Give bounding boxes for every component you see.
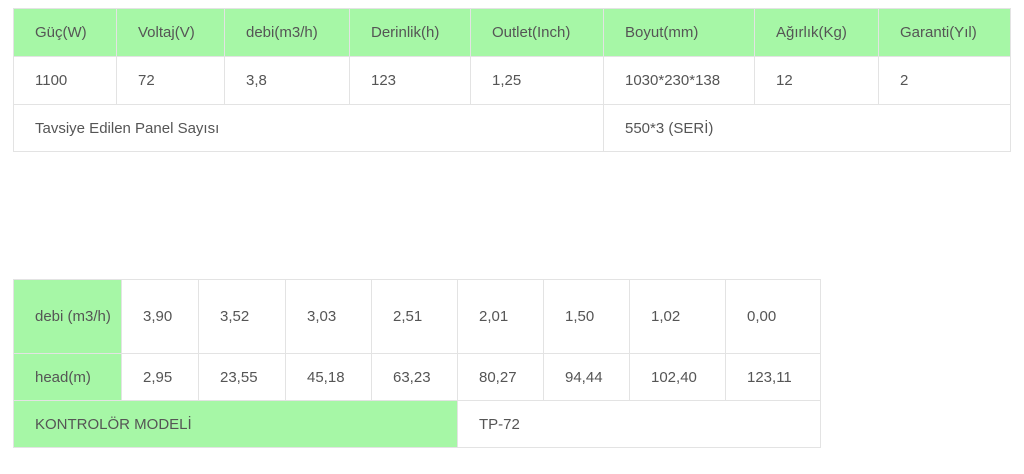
head-value: 23,55 (198, 353, 286, 401)
controller-value: TP-72 (457, 400, 821, 448)
spec-header-size: Boyut(mm) (603, 8, 755, 57)
spec-value-outlet: 1,25 (470, 56, 604, 105)
head-value: 102,40 (629, 353, 726, 401)
debi-value: 1,02 (629, 279, 726, 354)
head-row: head(m) 2,95 23,55 45,18 63,23 80,27 94,… (13, 353, 821, 401)
spec-value-voltage: 72 (116, 56, 225, 105)
head-value: 63,23 (371, 353, 458, 401)
head-value: 94,44 (543, 353, 630, 401)
spec-value-power: 1100 (13, 56, 117, 105)
head-value: 2,95 (121, 353, 199, 401)
spec-value-row: 1100 72 3,8 123 1,25 1030*230*138 12 2 (13, 56, 1011, 105)
spec-header-warranty: Garanti(Yıl) (878, 8, 1011, 57)
debi-value: 0,00 (725, 279, 821, 354)
spec-table: Güç(W) Voltaj(V) debi(m3/h) Derinlik(h) … (13, 8, 1011, 152)
spec-value-size: 1030*230*138 (603, 56, 755, 105)
debi-value: 3,03 (285, 279, 372, 354)
spec-header-depth: Derinlik(h) (349, 8, 471, 57)
head-value: 80,27 (457, 353, 544, 401)
head-label: head(m) (13, 353, 122, 401)
controller-label: KONTROLÖR MODELİ (13, 400, 458, 448)
curve-table: debi (m3/h) 3,90 3,52 3,03 2,51 2,01 1,5… (13, 279, 821, 448)
spec-value-flow: 3,8 (224, 56, 350, 105)
spec-value-warranty: 2 (878, 56, 1011, 105)
controller-row: KONTROLÖR MODELİ TP-72 (13, 400, 821, 448)
debi-value: 1,50 (543, 279, 630, 354)
debi-value: 2,51 (371, 279, 458, 354)
head-value: 45,18 (285, 353, 372, 401)
spec-header-outlet: Outlet(Inch) (470, 8, 604, 57)
spec-header-row: Güç(W) Voltaj(V) debi(m3/h) Derinlik(h) … (13, 8, 1011, 57)
spec-value-depth: 123 (349, 56, 471, 105)
panel-row: Tavsiye Edilen Panel Sayısı 550*3 (SERİ) (13, 104, 1011, 152)
debi-value: 2,01 (457, 279, 544, 354)
debi-row: debi (m3/h) 3,90 3,52 3,03 2,51 2,01 1,5… (13, 279, 821, 354)
debi-value: 3,52 (198, 279, 286, 354)
debi-label: debi (m3/h) (13, 279, 122, 354)
spec-header-flow: debi(m3/h) (224, 8, 350, 57)
head-value: 123,11 (725, 353, 821, 401)
debi-value: 3,90 (121, 279, 199, 354)
panel-label: Tavsiye Edilen Panel Sayısı (13, 104, 604, 152)
spec-header-weight: Ağırlık(Kg) (754, 8, 879, 57)
panel-value: 550*3 (SERİ) (603, 104, 1011, 152)
spec-header-voltage: Voltaj(V) (116, 8, 225, 57)
spec-value-weight: 12 (754, 56, 879, 105)
spec-header-power: Güç(W) (13, 8, 117, 57)
